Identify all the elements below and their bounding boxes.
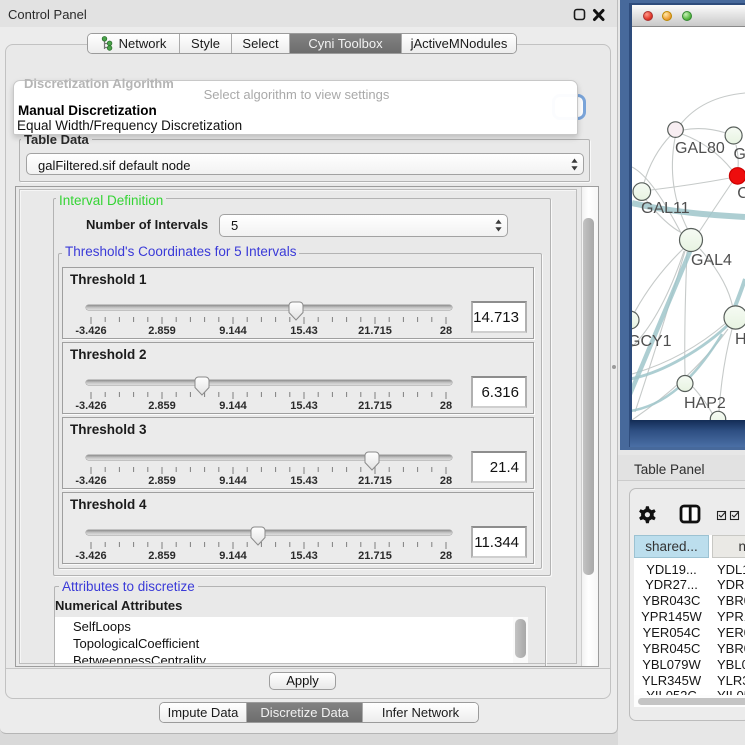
svg-text:GAL11: GAL11 — [641, 200, 690, 217]
svg-text:H: H — [735, 331, 745, 348]
svg-text:GAL4: GAL4 — [691, 252, 732, 269]
svg-text:GCY1: GCY1 — [632, 333, 672, 350]
svg-text:C: C — [737, 185, 745, 202]
svg-text:GA: GA — [734, 146, 745, 163]
svg-text:HAP2: HAP2 — [684, 395, 726, 412]
svg-text:GAL80: GAL80 — [675, 140, 725, 157]
